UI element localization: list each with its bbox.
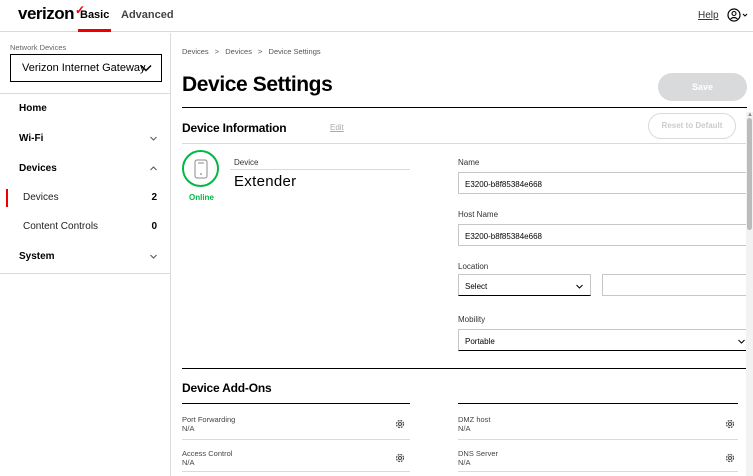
help-link[interactable]: Help — [698, 10, 719, 21]
addon-label: Access Control — [182, 449, 233, 458]
addons-divider — [458, 403, 738, 404]
content-controls-count: 0 — [151, 221, 157, 232]
title-divider — [182, 107, 747, 108]
addon-value: N/A — [458, 458, 471, 467]
user-circle-icon[interactable] — [727, 7, 749, 23]
name-input[interactable]: E3200-b8f85384e668 — [458, 172, 753, 194]
breadcrumb: Devices > Devices > Device Settings — [182, 47, 325, 56]
main-content: Devices > Devices > Device Settings Devi… — [172, 33, 753, 476]
device-label-divider — [230, 169, 410, 170]
location-custom-input[interactable] — [602, 274, 753, 296]
chevron-up-icon — [150, 166, 157, 171]
sidebar-item-system[interactable]: System — [0, 247, 170, 267]
edit-link[interactable]: Edit — [330, 123, 344, 132]
breadcrumb-item[interactable]: Devices — [182, 47, 209, 56]
scrollbar-thumb[interactable] — [747, 118, 752, 230]
gear-icon[interactable] — [724, 418, 736, 430]
device-status-online: Online — [189, 193, 214, 202]
location-select-value: Select — [465, 282, 488, 291]
reset-to-default-button[interactable]: Reset to Default — [648, 113, 736, 139]
top-bar: verizon✓ Basic Advanced Help — [0, 0, 753, 32]
sidebar-item-label: Home — [19, 103, 47, 114]
device-selector-value: Verizon Internet Gateway — [22, 62, 146, 74]
nav-basic[interactable]: Basic — [77, 9, 112, 32]
breadcrumb-separator: > — [258, 47, 263, 56]
sidebar-subitem-content-controls[interactable]: Content Controls 0 — [0, 217, 170, 237]
name-label: Name — [458, 158, 480, 167]
device-selector[interactable]: Verizon Internet Gateway — [10, 54, 162, 82]
addon-divider — [182, 471, 410, 472]
addon-label: Port Forwarding — [182, 415, 236, 424]
brand-name: verizon — [18, 4, 75, 23]
chevron-down-icon — [150, 136, 157, 141]
device-information-heading: Device Information — [182, 121, 287, 135]
mobility-label: Mobility — [458, 315, 486, 324]
chevron-down-icon — [150, 254, 157, 259]
device-selector-caption: Network Devices — [10, 43, 67, 52]
addon-value: N/A — [182, 458, 195, 467]
sidebar-item-wifi[interactable]: Wi-Fi — [0, 129, 170, 149]
addons-divider — [182, 403, 410, 404]
addon-port-forwarding: Port Forwarding N/A — [182, 415, 406, 451]
scrollbar[interactable]: ▲ — [746, 112, 753, 476]
sidebar-divider — [0, 273, 170, 274]
nav-advanced[interactable]: Advanced — [121, 9, 174, 21]
gear-icon[interactable] — [724, 452, 736, 464]
addon-divider — [182, 439, 410, 440]
host-name-input-value: E3200-b8f85384e668 — [465, 232, 542, 241]
devices-count: 2 — [151, 192, 157, 203]
location-select[interactable]: Select — [458, 274, 591, 296]
sidebar-divider — [0, 93, 170, 94]
addon-divider — [458, 439, 738, 440]
breadcrumb-separator: > — [214, 47, 220, 56]
section-divider — [182, 143, 747, 144]
sidebar-subitem-devices[interactable]: Devices 2 — [0, 188, 170, 208]
addon-dmz-host: DMZ host N/A — [458, 415, 736, 451]
breadcrumb-current: Device Settings — [268, 47, 321, 56]
extender-icon — [194, 159, 208, 179]
addon-label: DNS Server — [458, 449, 499, 458]
host-name-input[interactable]: E3200-b8f85384e668 — [458, 224, 753, 246]
host-name-label: Host Name — [458, 210, 499, 219]
device-label: Device — [234, 158, 259, 167]
sidebar-item-label: Devices — [19, 163, 57, 174]
gear-icon[interactable] — [394, 452, 406, 464]
location-label: Location — [458, 262, 489, 271]
mobility-select[interactable]: Portable — [458, 329, 753, 351]
mobility-select-value: Portable — [465, 337, 495, 346]
device-addons-heading: Device Add-Ons — [182, 381, 272, 395]
device-status-ring — [182, 150, 219, 187]
sidebar-item-devices[interactable]: Devices — [0, 159, 170, 179]
section-divider — [182, 368, 747, 369]
addon-value: N/A — [182, 424, 195, 433]
page-title: Device Settings — [182, 73, 333, 96]
device-type-value: Extender — [234, 173, 297, 190]
name-input-value: E3200-b8f85384e668 — [465, 180, 542, 189]
chevron-down-icon — [738, 339, 745, 344]
sidebar-item-label: Wi-Fi — [19, 133, 44, 144]
breadcrumb-item[interactable]: Devices — [225, 47, 252, 56]
save-button[interactable]: Save — [658, 73, 747, 101]
sidebar-item-label: Devices — [23, 192, 59, 203]
addon-label: DMZ host — [458, 415, 491, 424]
sidebar-item-label: System — [19, 251, 55, 262]
gear-icon[interactable] — [394, 418, 406, 430]
addon-divider — [458, 471, 738, 472]
sidebar: Network Devices Verizon Internet Gateway… — [0, 33, 171, 476]
sidebar-item-label: Content Controls — [23, 221, 99, 232]
sidebar-item-home[interactable]: Home — [0, 99, 170, 119]
chevron-down-icon — [576, 284, 583, 289]
chevron-down-icon — [140, 64, 152, 72]
addon-value: N/A — [458, 424, 471, 433]
verizon-logo[interactable]: verizon✓ — [18, 3, 85, 24]
